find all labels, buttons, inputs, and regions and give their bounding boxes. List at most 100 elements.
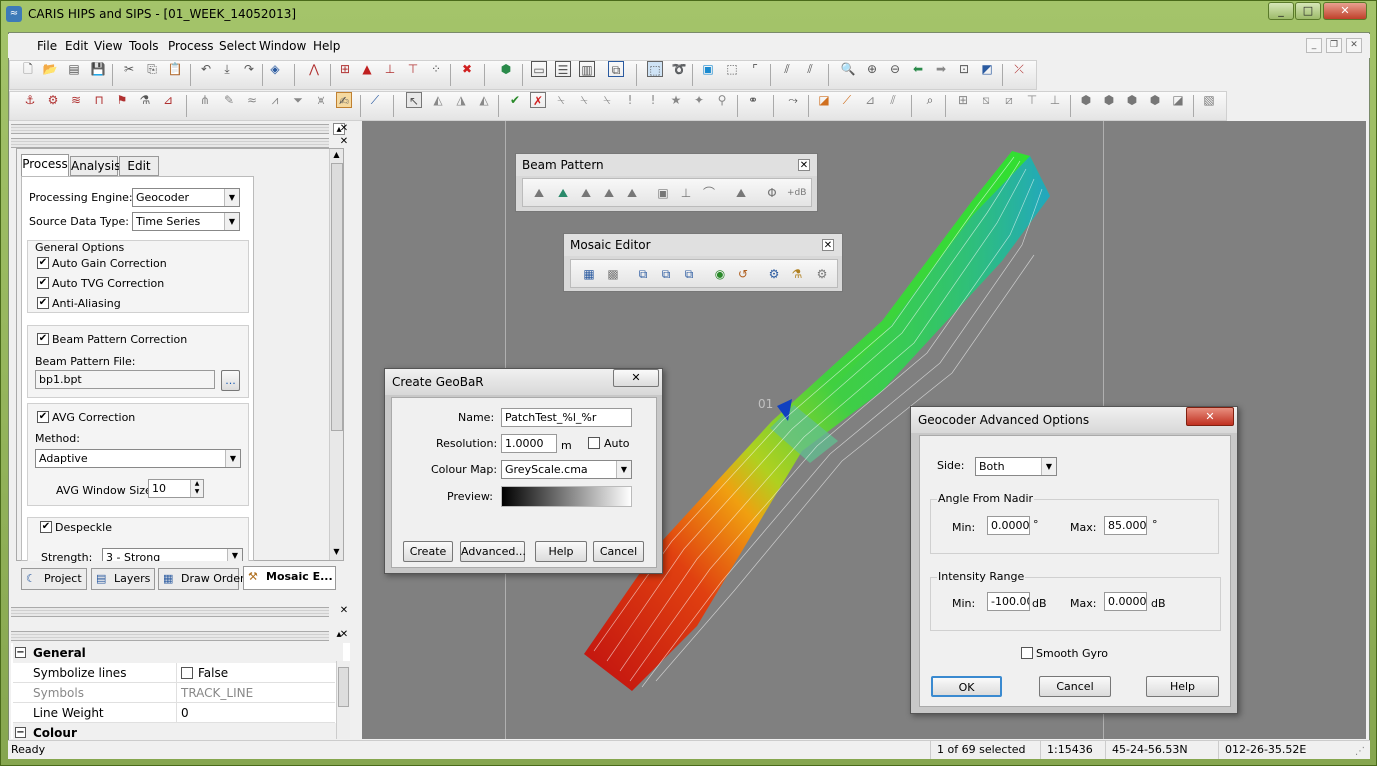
window2-icon[interactable]: ☰	[555, 61, 571, 77]
bp-tool2-icon[interactable]: ⛰	[555, 185, 571, 201]
me-tool9-icon[interactable]: ⚗	[789, 266, 805, 282]
mosaic3-icon[interactable]: ⬢	[1124, 92, 1140, 108]
tab-project[interactable]: ☾ Project	[21, 568, 87, 590]
svp-icon[interactable]: ⊓	[91, 92, 107, 108]
tab-draw-order[interactable]: ▦ Draw Order	[158, 568, 245, 590]
properties-close-icon-2[interactable]: ✕	[338, 629, 350, 641]
redo-icon[interactable]: ↷	[241, 61, 257, 77]
mosaic6-icon[interactable]: ▧	[1201, 92, 1217, 108]
bp-tool4-icon[interactable]: ⛰	[601, 185, 617, 201]
mdi-restore-icon[interactable]: ❐	[1326, 38, 1342, 53]
properties-close-icon[interactable]: ✕	[338, 605, 350, 617]
intensity-max-field[interactable]: 0.0000	[1104, 592, 1147, 611]
menu-process[interactable]: Process	[168, 39, 214, 53]
exclaim-icon[interactable]: !	[622, 92, 638, 108]
processing-engine-select[interactable]: Geocoder ▼	[132, 188, 240, 207]
cut-icon[interactable]: ✂	[121, 61, 137, 77]
mosaic4-icon[interactable]: ⬢	[1147, 92, 1163, 108]
fit-icon[interactable]: ⊡	[956, 61, 972, 77]
intensity-min-field[interactable]: -100.00	[987, 592, 1030, 611]
hatch-icon[interactable]: ⫽	[779, 61, 795, 77]
zoom-in-icon[interactable]: ⊕	[864, 61, 880, 77]
beam-pattern-checkbox[interactable]: ✔	[37, 333, 49, 345]
bp-tool11-icon[interactable]: +dB	[787, 185, 806, 201]
me-tool5-icon[interactable]: ⧉	[681, 266, 697, 282]
avg-window-spinner[interactable]: ▲ ▼	[190, 480, 203, 497]
resolution-field[interactable]: 1.0000	[501, 434, 557, 453]
menu-window[interactable]: Window	[259, 39, 306, 53]
surface4-icon[interactable]: ⫽	[885, 92, 901, 108]
measure-icon[interactable]: ⤫	[1011, 61, 1027, 77]
beam-pattern-file-field[interactable]: bp1.bpt	[35, 370, 215, 389]
geocoder-cancel-button[interactable]: Cancel	[1039, 676, 1111, 697]
maximize-button[interactable]: □	[1295, 2, 1321, 20]
me-tool8-icon[interactable]: ⚙	[766, 266, 782, 282]
undo-icon[interactable]: ↶	[198, 61, 214, 77]
tool1-icon[interactable]: ⍀	[553, 92, 569, 108]
auto-tvg-checkbox[interactable]: ✔	[37, 277, 49, 289]
menu-view[interactable]: View	[94, 39, 122, 53]
paste-icon[interactable]: 📋	[167, 61, 183, 77]
query-icon[interactable]: ⌕	[922, 92, 938, 108]
mosaic5-icon[interactable]: ◪	[1170, 92, 1186, 108]
source-data-type-select[interactable]: Time Series ▼	[132, 212, 240, 231]
hatch2-icon[interactable]: ⫽	[802, 61, 818, 77]
prop-row[interactable]: Line Weight 0	[13, 703, 335, 723]
tree2-icon[interactable]: ⊥	[1047, 92, 1063, 108]
select-corner-icon[interactable]: ⌜	[747, 61, 763, 77]
zoom-icon[interactable]: 🔍	[840, 61, 856, 77]
select-icon[interactable]: ⬚	[647, 61, 663, 77]
open-icon[interactable]: 📂	[42, 61, 58, 77]
grid-icon[interactable]: ⊞	[955, 92, 971, 108]
lasso-icon[interactable]: ➰	[671, 61, 687, 77]
dock-close-icon[interactable]: ✕	[338, 123, 350, 135]
star-icon[interactable]: ★	[668, 92, 684, 108]
down-icon[interactable]: ⤓	[219, 61, 235, 77]
peak-icon[interactable]: ⩘	[267, 92, 283, 108]
browse-button[interactable]: ...	[221, 370, 240, 391]
binoculars-icon[interactable]: ⚭	[745, 92, 761, 108]
window1-icon[interactable]: ▭	[531, 61, 547, 77]
graph-icon[interactable]: ⋀	[306, 61, 322, 77]
dock-grip[interactable]	[11, 124, 329, 134]
angle-max-field[interactable]: 85.0000	[1104, 516, 1147, 535]
scroll-down-icon[interactable]: ▼	[330, 547, 343, 556]
compute-icon[interactable]: ⊿	[160, 92, 176, 108]
prop-row[interactable]: Symbolize lines False	[13, 663, 335, 683]
smooth-gyro-checkbox[interactable]	[1021, 647, 1033, 659]
tri3-icon[interactable]: ◭	[476, 92, 492, 108]
help-button[interactable]: Help	[535, 541, 587, 562]
mosaic1-icon[interactable]: ⬢	[1078, 92, 1094, 108]
despeckle-checkbox[interactable]: ✔	[40, 521, 52, 533]
zoom-out-icon[interactable]: ⊖	[887, 61, 903, 77]
tri1-icon[interactable]: ◭	[430, 92, 446, 108]
tab-layers[interactable]: ▤ Layers	[91, 568, 155, 590]
panel-scrollbar[interactable]: ▲ ▼	[329, 149, 343, 560]
collapse-icon[interactable]: −	[15, 647, 26, 658]
cancel-button[interactable]: Cancel	[593, 541, 644, 562]
properties-grip[interactable]	[11, 607, 329, 617]
hatch3-icon[interactable]: ⧅	[978, 92, 994, 108]
chart-icon[interactable]: ⊥	[382, 61, 398, 77]
dots-icon[interactable]: ⁘	[428, 61, 444, 77]
pan-icon[interactable]: ◩	[979, 61, 995, 77]
geocoder-close-button[interactable]: ✕	[1186, 407, 1234, 426]
bp-tool5-icon[interactable]: ⛰	[624, 185, 640, 201]
close-app-button[interactable]: ✕	[1323, 2, 1367, 20]
avg-correction-checkbox[interactable]: ✔	[37, 411, 49, 423]
strength-select[interactable]: 3 - Strong ▼	[102, 548, 243, 561]
scroll-thumb[interactable]	[331, 163, 343, 431]
menu-edit[interactable]: Edit	[65, 39, 88, 53]
collapse-icon[interactable]: −	[15, 727, 26, 738]
save-icon[interactable]: 💾	[90, 61, 106, 77]
bp-tool7-icon[interactable]: ⊥	[678, 185, 694, 201]
cube-icon[interactable]: ⬢	[498, 61, 514, 77]
menu-file[interactable]: File	[37, 39, 57, 53]
tab-mosaic-editor[interactable]: ⚒ Mosaic E...	[243, 566, 336, 590]
window3-icon[interactable]: ▥	[579, 61, 595, 77]
back-icon[interactable]: ⬅	[910, 61, 926, 77]
side-select[interactable]: Both ▼	[975, 457, 1057, 476]
filter1-icon[interactable]: ⋔	[197, 92, 213, 108]
beam-pattern-title[interactable]: Beam Pattern	[516, 154, 817, 176]
tree-icon[interactable]: ⊤	[1024, 92, 1040, 108]
